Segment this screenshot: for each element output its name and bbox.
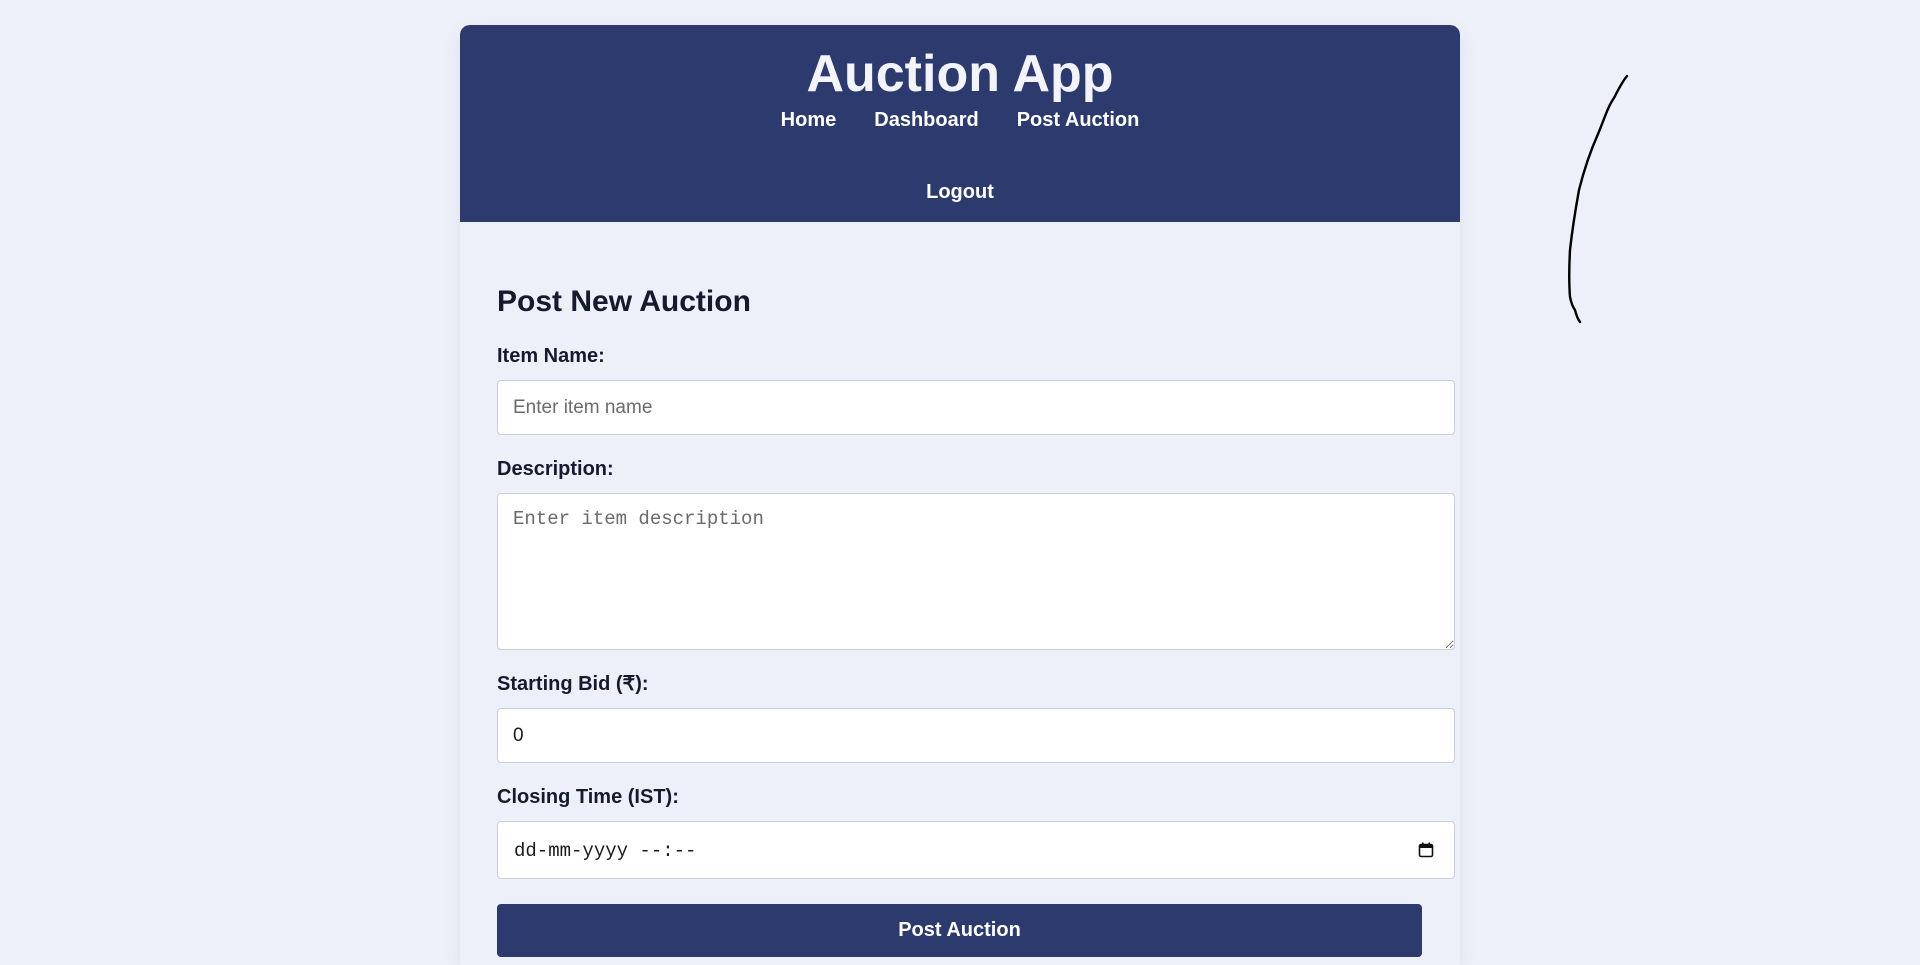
pen-scribble [1568, 74, 1629, 324]
nav-dashboard-link[interactable]: Dashboard [874, 106, 978, 134]
description-label: Description: [497, 458, 614, 480]
page: Auction App Home Dashboard Post Auction … [0, 0, 1920, 965]
app-container: Auction App Home Dashboard Post Auction … [460, 25, 1460, 965]
calendar-icon[interactable] [1418, 842, 1434, 858]
form-title: Post New Auction [497, 285, 751, 318]
closing-time-label: Closing Time (IST): [497, 786, 679, 808]
app-header: Auction App Home Dashboard Post Auction … [460, 25, 1460, 222]
closing-time-input[interactable]: dd-mm-yyyy --:-- [497, 821, 1455, 879]
app-title: Auction App [806, 45, 1114, 103]
closing-time-value: dd-mm-yyyy --:-- [514, 840, 697, 862]
item-name-label: Item Name: [497, 345, 605, 367]
nav-logout-link[interactable]: Logout [926, 178, 994, 206]
main-nav: Home Dashboard Post Auction Logout [750, 106, 1170, 206]
item-name-input[interactable] [497, 380, 1455, 435]
starting-bid-label: Starting Bid (₹): [497, 673, 649, 695]
nav-home-link[interactable]: Home [781, 106, 837, 134]
starting-bid-input[interactable] [497, 708, 1455, 763]
post-auction-form: Post New Auction Item Name: Description:… [460, 222, 1460, 957]
nav-post-auction-link[interactable]: Post Auction [1017, 106, 1140, 134]
description-textarea[interactable] [497, 493, 1455, 650]
post-auction-button[interactable]: Post Auction [497, 904, 1422, 957]
